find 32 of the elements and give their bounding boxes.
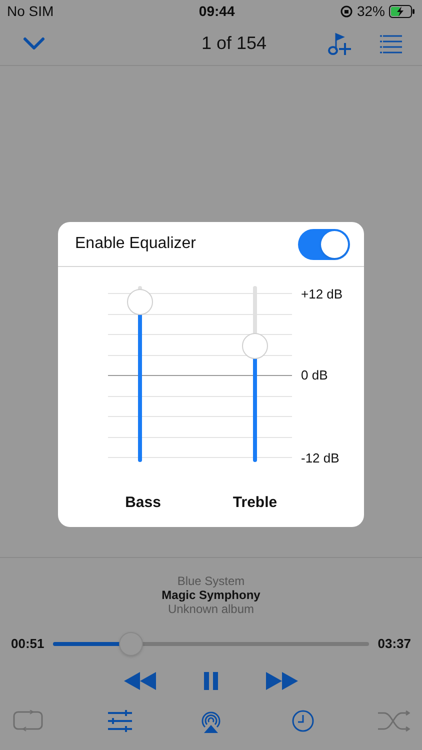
repeat-icon[interactable] [13, 710, 43, 732]
chevron-down-icon [23, 37, 45, 50]
clock-icon[interactable] [292, 710, 314, 732]
pause-icon [204, 672, 218, 690]
song-title: Magic Symphony [162, 588, 260, 602]
status-time: 09:44 [198, 2, 235, 20]
fast-forward-icon [266, 672, 298, 690]
elapsed-time: 00:51 [11, 635, 44, 654]
scale-label: +12 dB [301, 285, 343, 304]
list-icon[interactable] [380, 34, 402, 54]
band-label: Bass [124, 493, 162, 513]
add-music-icon[interactable] [328, 32, 352, 56]
track-counter: 1 of 154 [201, 32, 267, 55]
scale-label: 0 dB [301, 366, 328, 384]
total-time: 03:37 [378, 635, 411, 654]
carrier-text: No SIM [7, 2, 54, 20]
rewind-icon [124, 672, 156, 690]
sliders-icon[interactable] [106, 710, 132, 732]
artist-name: Blue System [177, 574, 245, 588]
album-name: Unknown album [168, 602, 254, 616]
battery-percent: 32% [356, 2, 385, 20]
battery-icon [389, 4, 415, 18]
dialog-title: Enable Equalizer [75, 234, 196, 254]
band-slider[interactable] [242, 286, 268, 462]
equalizer-toggle[interactable] [298, 228, 350, 260]
airplay-icon[interactable] [199, 709, 223, 733]
progress-slider[interactable] [53, 632, 369, 656]
band-label: Treble [232, 493, 278, 513]
scale-label: -12 dB [301, 449, 340, 468]
band-slider[interactable] [127, 286, 153, 462]
rotation-lock-icon [340, 4, 353, 18]
shuffle-icon[interactable] [378, 710, 410, 732]
